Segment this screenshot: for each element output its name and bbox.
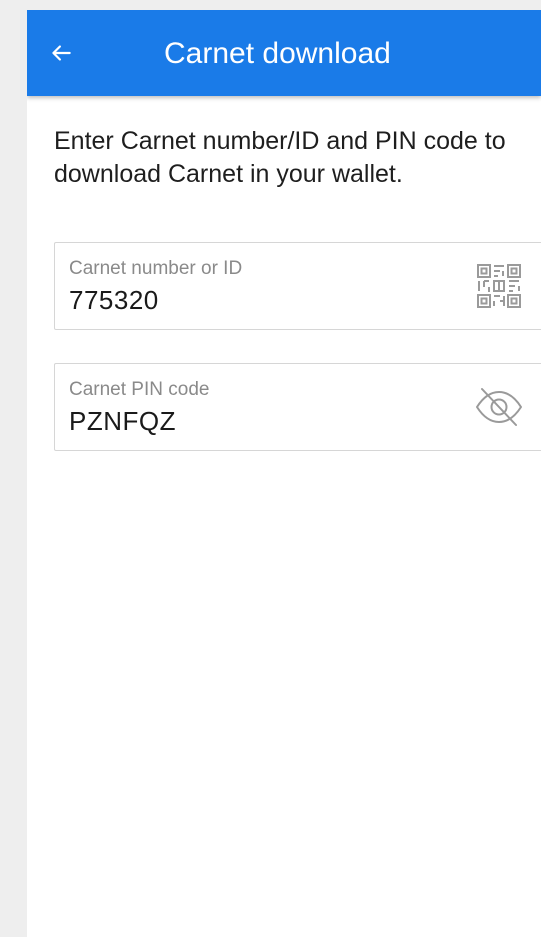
carnet-pin-input[interactable]: PZNFQZ <box>69 405 176 437</box>
back-button[interactable] <box>41 33 81 73</box>
carnet-pin-field[interactable]: Carnet PIN code PZNFQZ <box>54 363 541 451</box>
carnet-number-input[interactable]: 775320 <box>69 284 159 316</box>
screen: Carnet download Enter Carnet number/ID a… <box>27 10 541 937</box>
carnet-number-field[interactable]: Carnet number or ID 775320 <box>54 242 541 330</box>
arrow-left-icon <box>52 45 71 61</box>
qr-code-icon <box>477 264 521 308</box>
app-bar: Carnet download <box>27 10 541 96</box>
eye-off-icon <box>476 388 522 426</box>
carnet-number-label: Carnet number or ID <box>69 258 243 279</box>
page-title: Carnet download <box>164 37 391 70</box>
toggle-pin-visibility-button[interactable] <box>473 381 525 433</box>
qr-scan-button[interactable] <box>473 260 525 312</box>
carnet-pin-label: Carnet PIN code <box>69 379 210 400</box>
instructions-text: Enter Carnet number/ID and PIN code to d… <box>54 127 506 188</box>
